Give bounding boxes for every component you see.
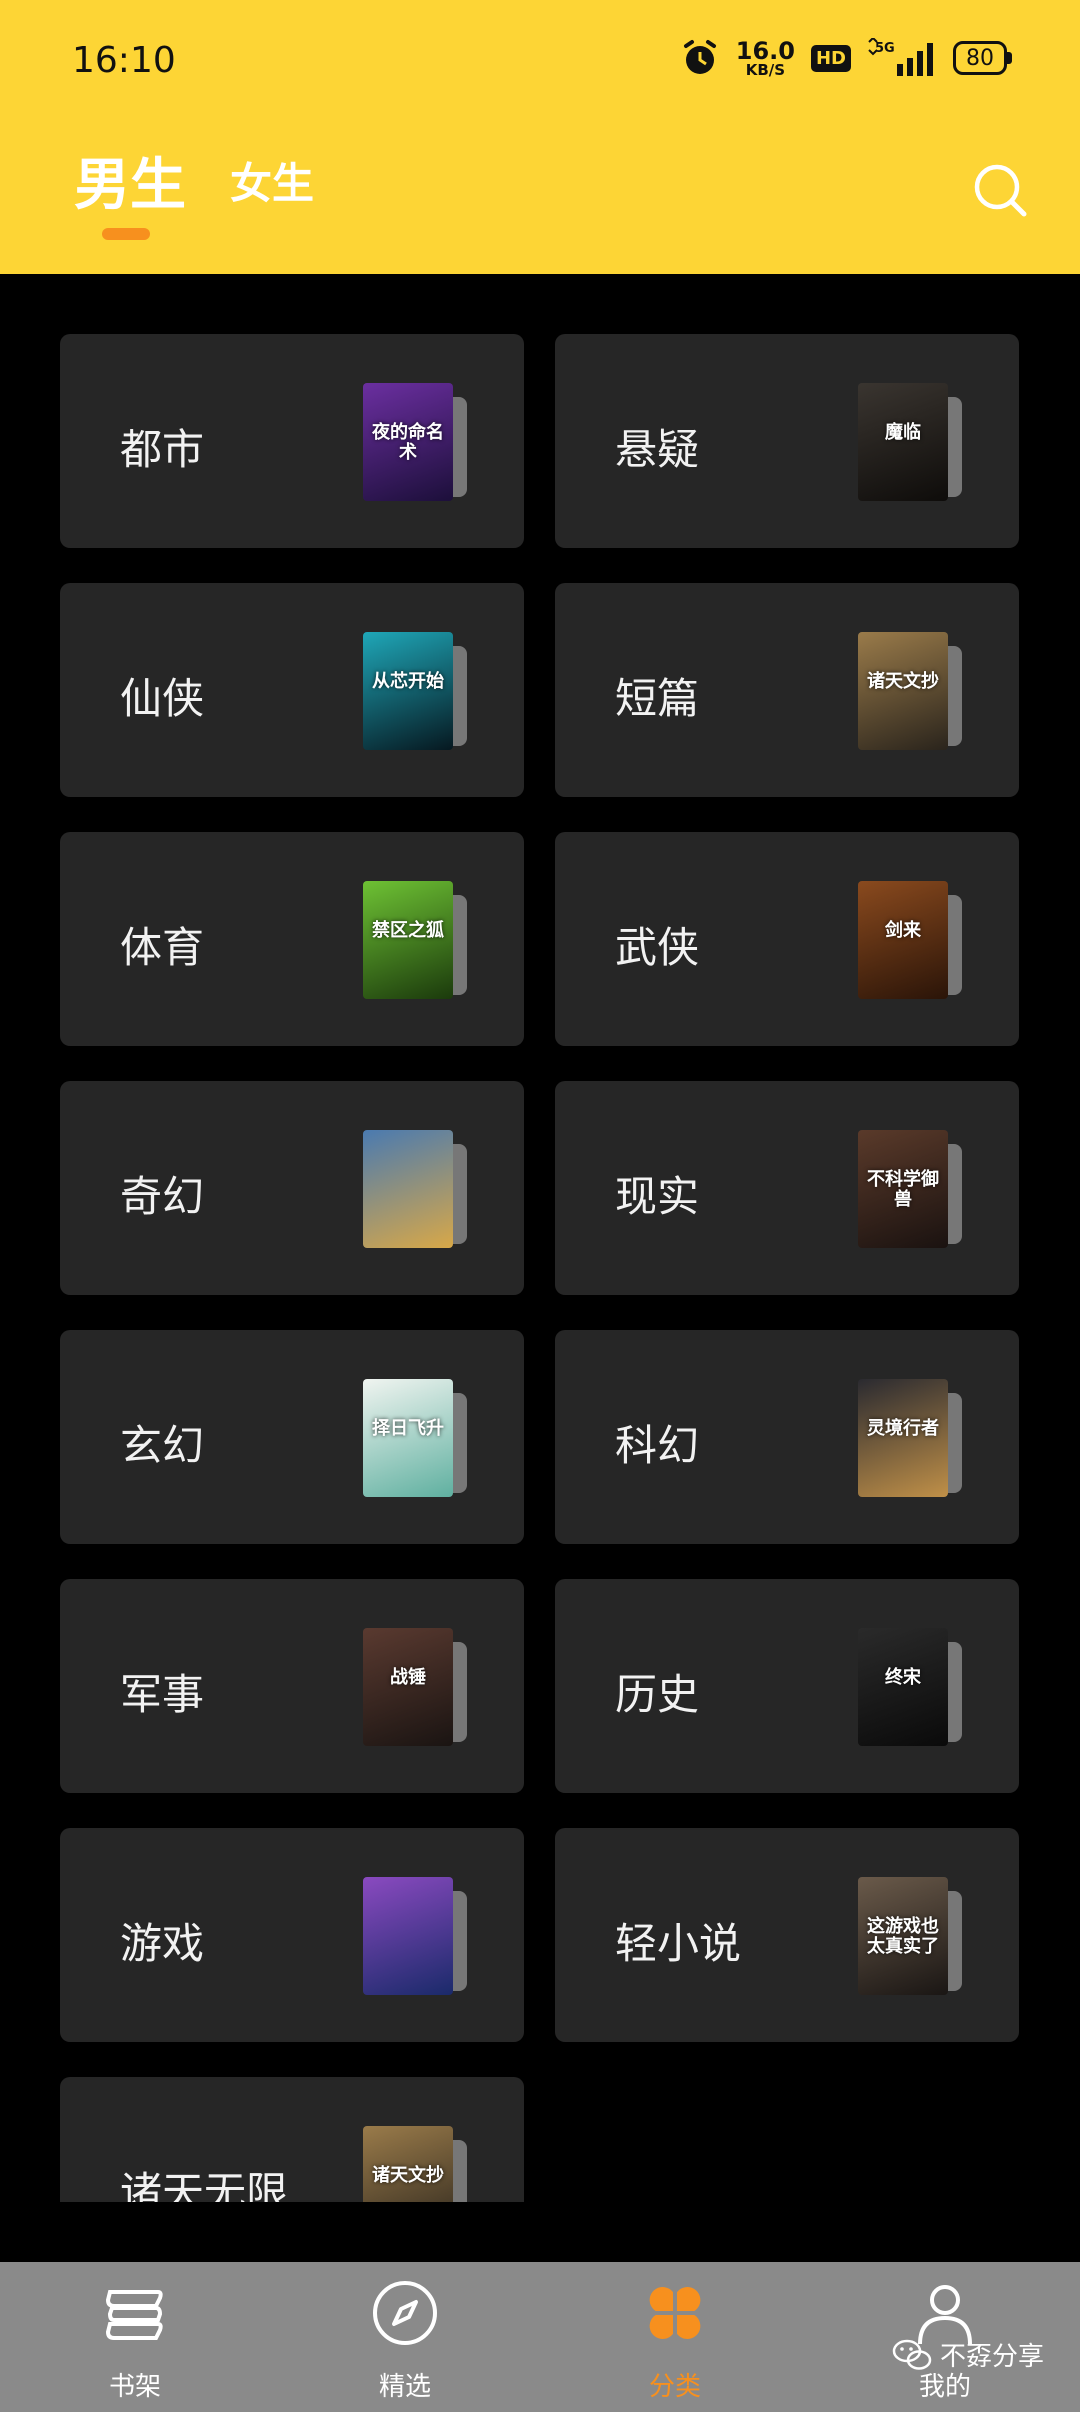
book-cover-title: 魔临 bbox=[885, 422, 921, 443]
book-cover-thumbnail: 不科学御兽 bbox=[858, 1130, 962, 1248]
category-card[interactable]: 体育 禁区之狐 bbox=[60, 832, 524, 1046]
book-cover-thumbnail: 剑来 bbox=[858, 881, 962, 999]
category-label: 轻小说 bbox=[615, 1919, 742, 1968]
category-card[interactable]: 武侠 剑来 bbox=[555, 832, 1019, 1046]
wechat-icon bbox=[892, 2339, 932, 2370]
book-cover-title: 这游戏也太真实了 bbox=[867, 1916, 939, 1957]
book-cover-thumbnail: 诸天文抄 bbox=[858, 632, 962, 750]
category-label: 体育 bbox=[120, 923, 205, 972]
watermark: 不孬分享 bbox=[892, 2336, 1044, 2373]
status-bar: 16:10 16.0 KB/S HD 5G 80 bbox=[0, 0, 1080, 120]
category-label: 科幻 bbox=[615, 1421, 700, 1470]
category-label: 玄幻 bbox=[120, 1421, 205, 1470]
book-cover-title: 终宋 bbox=[885, 1667, 921, 1688]
category-label: 游戏 bbox=[120, 1919, 205, 1968]
category-card[interactable]: 玄幻 择日飞升 bbox=[60, 1330, 524, 1544]
book-cover-thumbnail: 灵境行者 bbox=[858, 1379, 962, 1497]
nav-category[interactable]: 分类 bbox=[540, 2262, 810, 2412]
category-card[interactable]: 都市 夜的命名术 bbox=[60, 334, 524, 548]
status-time: 16:10 bbox=[72, 40, 176, 81]
bookshelf-icon bbox=[105, 2290, 163, 2340]
book-cover-thumbnail: 魔临 bbox=[858, 383, 962, 501]
alarm-icon bbox=[683, 40, 716, 74]
network-type-label: 5G bbox=[875, 41, 895, 56]
category-icon bbox=[648, 2286, 702, 2340]
network-speed-unit: KB/S bbox=[745, 60, 786, 79]
book-cover-title: 夜的命名术 bbox=[372, 422, 444, 463]
battery-icon: 80 bbox=[953, 41, 1012, 75]
category-label: 都市 bbox=[120, 425, 205, 474]
nav-featured[interactable]: 精选 bbox=[270, 2262, 540, 2412]
tab-indicator bbox=[102, 228, 150, 240]
book-cover-title: 剑来 bbox=[885, 920, 921, 941]
book-cover-thumbnail bbox=[363, 1130, 467, 1248]
signal-icon: 5G bbox=[868, 38, 933, 76]
nav-bookshelf[interactable]: 书架 bbox=[0, 2262, 270, 2412]
book-cover-thumbnail: 诸天文抄 bbox=[363, 2126, 467, 2202]
nav-featured-label: 精选 bbox=[378, 2372, 431, 2402]
category-card[interactable]: 科幻 灵境行者 bbox=[555, 1330, 1019, 1544]
tab-male[interactable]: 男生 bbox=[74, 140, 186, 221]
network-speed: 16.0 KB/S bbox=[736, 39, 795, 78]
book-cover-thumbnail bbox=[363, 1877, 467, 1995]
header: 16:10 16.0 KB/S HD 5G 80 男生 女生 bbox=[0, 0, 1080, 274]
category-card[interactable]: 现实 不科学御兽 bbox=[555, 1081, 1019, 1295]
book-cover-title: 战锤 bbox=[390, 1667, 426, 1688]
category-card[interactable]: 诸天无限 诸天文抄 bbox=[60, 2077, 524, 2202]
category-label: 仙侠 bbox=[120, 674, 205, 723]
category-label: 现实 bbox=[615, 1172, 700, 1221]
book-cover-title: 诸天文抄 bbox=[867, 671, 939, 692]
book-cover-thumbnail: 终宋 bbox=[858, 1628, 962, 1746]
category-label: 军事 bbox=[120, 1670, 205, 1719]
category-card[interactable]: 仙侠 从芯开始 bbox=[60, 583, 524, 797]
category-label: 奇幻 bbox=[120, 1172, 205, 1221]
category-card[interactable]: 轻小说 这游戏也太真实了 bbox=[555, 1828, 1019, 2042]
category-grid: 都市 夜的命名术 悬疑 魔临 仙侠 从芯开始 短篇 诸天文抄 体育 禁区之狐 武侠 剑来 奇幻 现实 不科学… bbox=[0, 274, 1080, 2202]
category-label: 悬疑 bbox=[615, 425, 700, 474]
network-speed-value: 16.0 bbox=[735, 36, 795, 65]
category-label: 历史 bbox=[615, 1670, 700, 1719]
compass-icon bbox=[373, 2281, 437, 2345]
book-cover-thumbnail: 从芯开始 bbox=[363, 632, 467, 750]
category-card[interactable]: 历史 终宋 bbox=[555, 1579, 1019, 1793]
nav-bookshelf-label: 书架 bbox=[108, 2372, 161, 2402]
category-card[interactable]: 短篇 诸天文抄 bbox=[555, 583, 1019, 797]
search-icon[interactable] bbox=[970, 160, 1030, 220]
category-card[interactable]: 军事 战锤 bbox=[60, 1579, 524, 1793]
category-label: 诸天无限 bbox=[120, 2168, 289, 2202]
nav-category-label: 分类 bbox=[648, 2372, 701, 2402]
book-cover-thumbnail: 战锤 bbox=[363, 1628, 467, 1746]
book-cover-thumbnail: 这游戏也太真实了 bbox=[858, 1877, 962, 1995]
category-card[interactable]: 游戏 bbox=[60, 1828, 524, 2042]
book-cover-title: 不科学御兽 bbox=[867, 1169, 939, 1210]
status-icons: 16.0 KB/S HD 5G 80 bbox=[680, 38, 1012, 78]
book-cover-title: 择日飞升 bbox=[372, 1418, 444, 1439]
tab-female[interactable]: 女生 bbox=[230, 150, 314, 211]
battery-level: 80 bbox=[966, 45, 994, 71]
category-card[interactable]: 悬疑 魔临 bbox=[555, 334, 1019, 548]
book-cover-title: 禁区之狐 bbox=[372, 920, 444, 941]
book-cover-thumbnail: 夜的命名术 bbox=[363, 383, 467, 501]
book-cover-title: 诸天文抄 bbox=[372, 2165, 444, 2186]
watermark-text: 不孬分享 bbox=[940, 2342, 1045, 2372]
category-label: 短篇 bbox=[615, 674, 700, 723]
book-cover-title: 从芯开始 bbox=[372, 671, 444, 692]
book-cover-thumbnail: 禁区之狐 bbox=[363, 881, 467, 999]
book-cover-thumbnail: 择日飞升 bbox=[363, 1379, 467, 1497]
book-cover-title: 灵境行者 bbox=[867, 1418, 939, 1439]
category-label: 武侠 bbox=[615, 923, 700, 972]
hd-badge: HD bbox=[810, 44, 851, 72]
category-card[interactable]: 奇幻 bbox=[60, 1081, 524, 1295]
